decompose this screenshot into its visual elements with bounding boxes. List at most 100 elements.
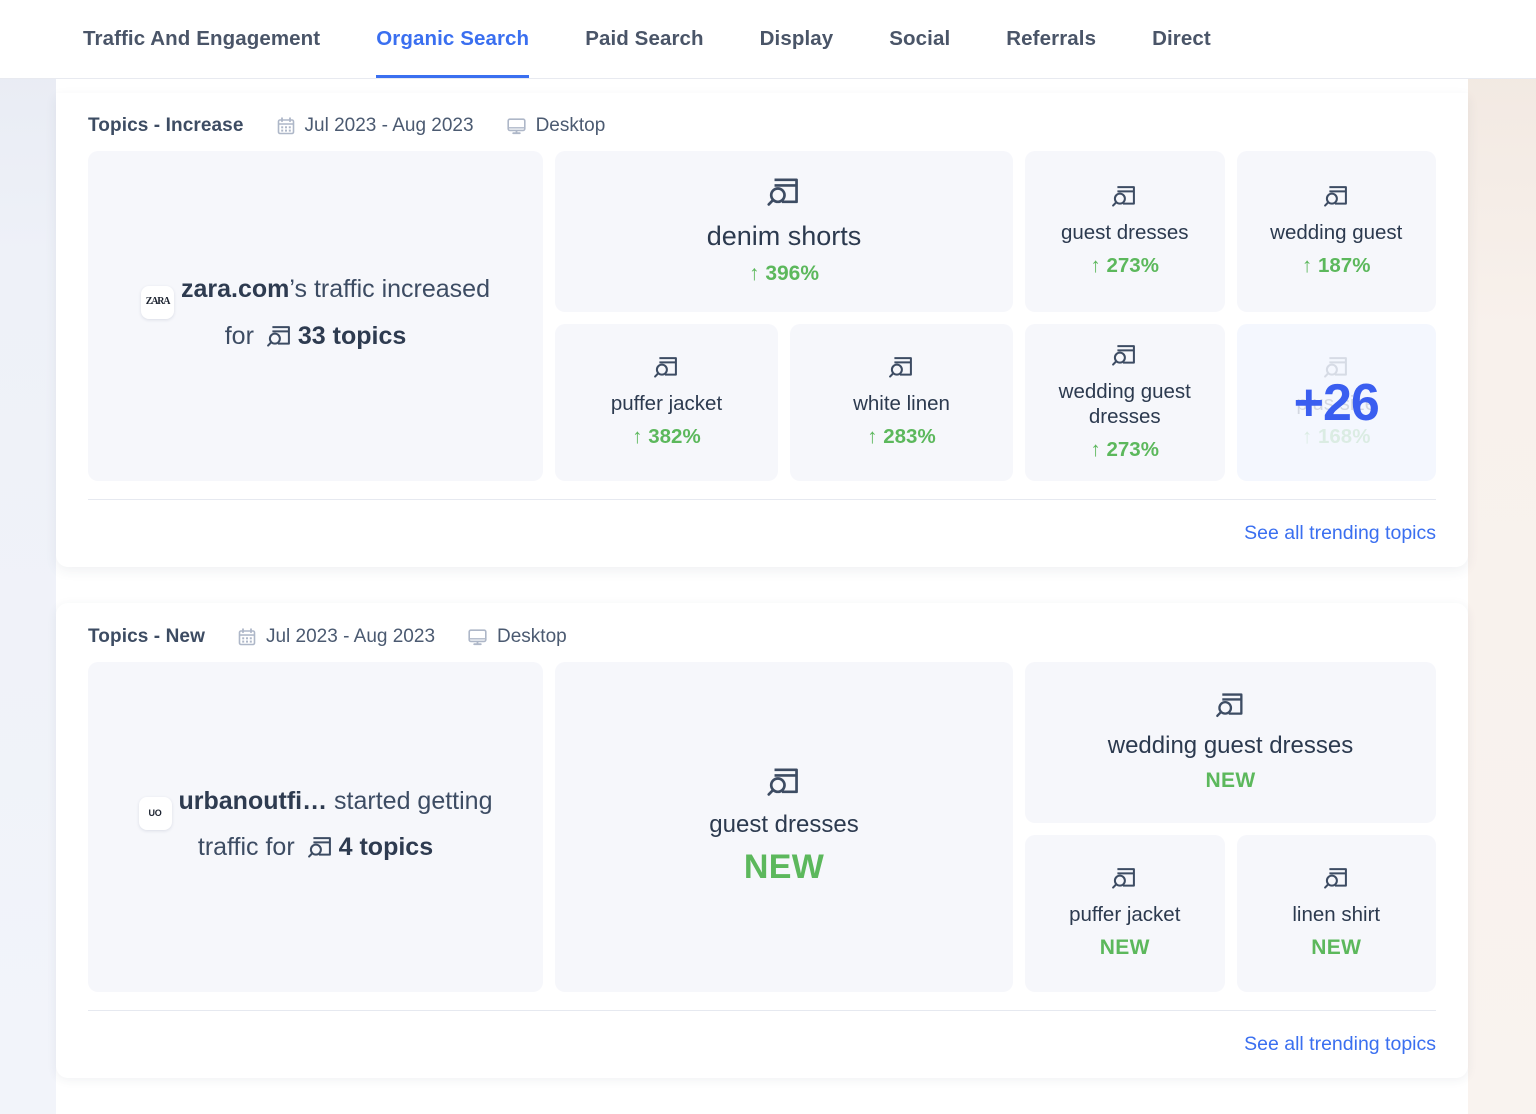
topic-search-icon <box>1111 185 1138 209</box>
favicon-urbanoutfitters: UO <box>138 796 172 830</box>
more-topics-count: +26 <box>1293 373 1380 432</box>
topic-new-badge: NEW <box>1099 936 1150 959</box>
date-range-meta: Jul 2023 - Aug 2023 <box>237 626 435 648</box>
topic-search-icon <box>653 356 680 380</box>
topic-tile-denim-shorts[interactable]: denim shorts ↑ 396% <box>555 151 1013 312</box>
cards-scroll-area[interactable]: Topics - Increase Jul 2023 - Aug 2023 De… <box>0 79 1536 1114</box>
topic-tile-guest-dresses[interactable]: guest dresses ↑ 273% <box>1025 151 1225 312</box>
summary-text-before: started <box>327 786 411 815</box>
card-footer: See all trending topics <box>88 499 1436 567</box>
up-arrow-icon: ↑ <box>1090 437 1101 461</box>
topic-delta: ↑ 273% <box>1091 438 1159 462</box>
card-header: Topics - Increase Jul 2023 - Aug 2023 De… <box>56 93 1468 151</box>
date-range-label: Jul 2023 - Aug 2023 <box>265 626 436 647</box>
topic-name: puffer jacket <box>1069 903 1181 926</box>
device-meta: Desktop <box>467 626 567 648</box>
tab-referrals[interactable]: Referrals <box>1006 28 1096 80</box>
topic-name: white linen <box>853 392 950 415</box>
analytics-tabbar: Traffic And Engagement Organic Search Pa… <box>0 0 1536 79</box>
topic-delta-value: 273% <box>1106 254 1159 277</box>
middle-column: denim shorts ↑ 396% puffer jacket ↑ 382%… <box>555 151 1013 481</box>
topic-tile-white-linen[interactable]: white linen ↑ 283% <box>790 324 1013 481</box>
up-arrow-icon: ↑ <box>867 425 878 448</box>
topic-name: guest dresses <box>1060 221 1189 244</box>
summary-count: 33 topics <box>297 322 407 351</box>
topic-delta-value: 382% <box>648 425 701 448</box>
summary-column: UO urbanoutfi… started getting traffic fo… <box>88 662 543 992</box>
card-title: Topics - Increase <box>88 115 244 136</box>
topic-name: denim shorts <box>706 221 862 252</box>
card-topics-increase: Topics - Increase Jul 2023 - Aug 2023 De… <box>56 93 1468 567</box>
topic-name: puffer jacket <box>610 392 723 415</box>
topic-search-icon <box>266 324 293 360</box>
topic-delta-value: 187% <box>1318 254 1371 277</box>
right-row-1: guest dresses ↑ 273% wedding guest ↑ 187… <box>1025 151 1436 312</box>
middle-row-2: puffer jacket ↑ 382% white linen ↑ 283% <box>555 324 1013 481</box>
summary-tile: UO urbanoutfi… started getting traffic fo… <box>88 662 543 992</box>
summary-text: UO urbanoutfi… started getting traffic fo… <box>128 784 503 870</box>
right-column: wedding guest dresses NEW puffer jacket … <box>1025 662 1436 992</box>
topic-tile-wedding-guest-dresses[interactable]: wedding guest dresses ↑ 273% <box>1025 324 1225 481</box>
tabbar-divider <box>0 78 1536 79</box>
topic-search-icon <box>766 177 802 209</box>
right-row-2: puffer jacket NEW linen shirt NEW <box>1025 835 1436 992</box>
topic-new-badge: NEW <box>1311 936 1362 959</box>
topic-tile-wedding-guest[interactable]: wedding guest ↑ 187% <box>1236 151 1436 312</box>
topic-tile-wedding-guest-dresses-new[interactable]: wedding guest dresses NEW <box>1025 662 1436 823</box>
calendar-icon <box>276 116 296 136</box>
tab-organic-search[interactable]: Organic Search <box>376 28 530 79</box>
desktop-icon <box>467 627 488 647</box>
topic-delta-value: 273% <box>1106 437 1159 461</box>
right-row-2: wedding guest dresses ↑ 273% plus size ↑… <box>1025 324 1436 481</box>
card-header: Topics - New Jul 2023 - Aug 2023 Desktop <box>56 603 1468 662</box>
topic-delta-value: 283% <box>883 425 936 448</box>
topic-new-badge: NEW <box>743 848 825 887</box>
topic-delta-value: 396% <box>765 261 820 285</box>
date-range-meta: Jul 2023 - Aug 2023 <box>276 115 474 137</box>
topic-search-icon <box>307 835 334 871</box>
desktop-icon <box>506 116 527 136</box>
topic-delta: ↑ 273% <box>1091 254 1159 278</box>
device-label: Desktop <box>497 626 567 647</box>
up-arrow-icon: ↑ <box>1090 254 1101 277</box>
card-topics-new: Topics - New Jul 2023 - Aug 2023 Desktop… <box>56 603 1468 1078</box>
topic-name: guest dresses <box>709 810 859 838</box>
device-label: Desktop <box>535 115 606 136</box>
card-footer: See all trending topics <box>88 1010 1436 1078</box>
topic-name: wedding guest <box>1270 221 1403 244</box>
up-arrow-icon: ↑ <box>1302 254 1313 277</box>
tiles-grid: ZARA zara.com’s traffic increased for 33 … <box>56 151 1468 481</box>
summary-domain[interactable]: urbanoutfi… <box>179 787 328 815</box>
see-all-trending-topics-link[interactable]: See all trending topics <box>1244 1033 1436 1055</box>
topic-search-icon <box>766 767 802 799</box>
tab-direct[interactable]: Direct <box>1152 28 1211 80</box>
topic-delta: ↑ 396% <box>749 262 819 286</box>
topic-name: linen shirt <box>1292 903 1381 926</box>
favicon-zara: ZARA <box>141 286 175 320</box>
more-topics-tile[interactable]: plus size ↑ 168% +26 <box>1236 324 1436 481</box>
topic-tile-puffer-jacket-new[interactable]: puffer jacket NEW <box>1025 835 1225 992</box>
date-range-label: Jul 2023 - Aug 2023 <box>304 115 474 136</box>
calendar-icon <box>237 627 257 647</box>
tab-paid-search[interactable]: Paid Search <box>585 28 703 80</box>
topic-delta: ↑ 187% <box>1302 254 1370 278</box>
topic-tile-puffer-jacket[interactable]: puffer jacket ↑ 382% <box>555 324 778 481</box>
topic-search-icon <box>1111 867 1138 891</box>
topic-tile-guest-dresses-new[interactable]: guest dresses NEW <box>555 662 1013 992</box>
topic-search-icon <box>888 356 915 380</box>
topic-tile-linen-shirt-new[interactable]: linen shirt NEW <box>1236 835 1436 992</box>
topic-new-badge: NEW <box>1205 769 1256 793</box>
summary-text-before: ’s traffic <box>289 275 375 304</box>
topic-delta: ↑ 283% <box>867 425 935 449</box>
tab-social[interactable]: Social <box>889 28 950 80</box>
see-all-trending-topics-link[interactable]: See all trending topics <box>1244 522 1436 544</box>
up-arrow-icon: ↑ <box>748 261 760 285</box>
tab-display[interactable]: Display <box>760 28 834 80</box>
summary-text: ZARA zara.com’s traffic increased for 33 … <box>128 272 503 359</box>
topic-search-icon <box>1323 185 1350 209</box>
tiles-grid: UO urbanoutfi… started getting traffic fo… <box>56 662 1468 992</box>
right-column: guest dresses ↑ 273% wedding guest ↑ 187… <box>1025 151 1436 481</box>
topic-search-icon <box>1323 867 1350 891</box>
summary-domain[interactable]: zara.com <box>181 275 289 303</box>
tab-traffic-and-engagement[interactable]: Traffic And Engagement <box>83 28 320 80</box>
